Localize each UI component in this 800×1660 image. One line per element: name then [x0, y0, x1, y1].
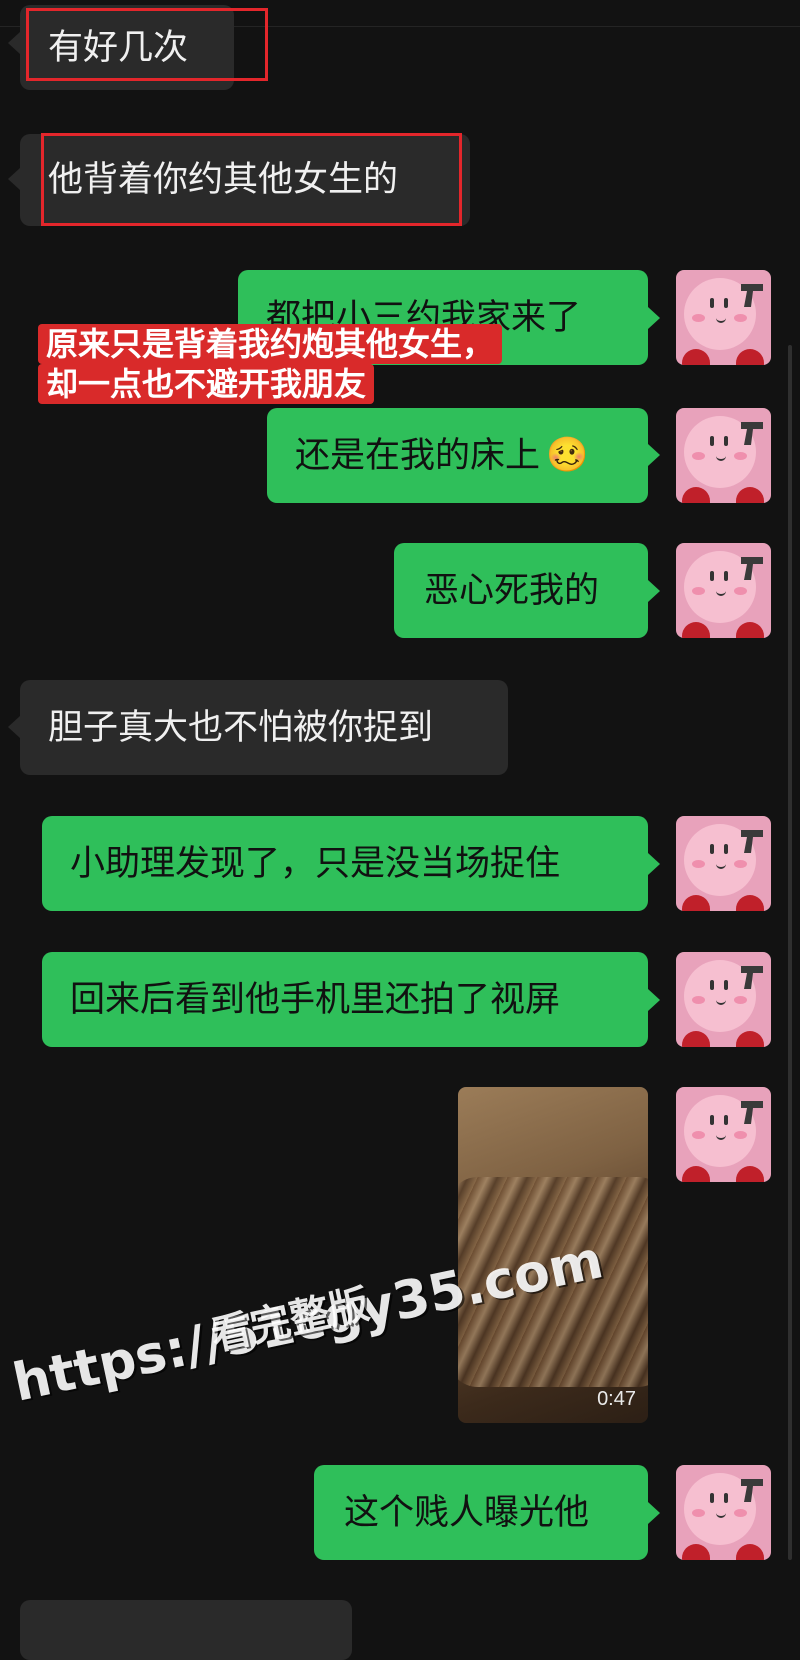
bubble-tail	[648, 989, 660, 1011]
bubble-tail	[648, 853, 660, 875]
message-text: 有好几次	[48, 27, 189, 68]
message-bubble[interactable]: 小助理发现了，只是没当场捉住	[42, 816, 648, 911]
message-text: 他背着你约其他女生的	[48, 160, 399, 200]
bubble-tail	[648, 580, 660, 602]
bubble-tail	[648, 444, 660, 466]
message-bubble[interactable]: 他背着你约其他女生的	[20, 134, 470, 226]
message-text: 还是在我的床上	[295, 435, 541, 476]
message-bubble[interactable]: 回来后看到他手机里还拍了视屏	[42, 952, 648, 1047]
bubble-tail	[648, 1502, 660, 1524]
video-duration: 0:47	[597, 1388, 636, 1410]
message-bubble[interactable]: 有好几次	[20, 5, 234, 90]
overlay-caption-line-2: 却一点也不避开我朋友	[38, 364, 375, 404]
bubble-tail	[8, 716, 20, 738]
pink-plush-avatar-icon[interactable]	[676, 1465, 771, 1560]
pink-plush-avatar-icon[interactable]	[676, 952, 771, 1047]
pink-plush-avatar-icon[interactable]	[676, 543, 771, 638]
overlay-caption-line-1: 原来只是背着我约炮其他女生，	[38, 324, 503, 364]
message-bubble[interactable]: 还是在我的床上 🥴	[267, 408, 648, 503]
message-text: 恶心死我的	[424, 570, 600, 611]
message-text: 小助理发现了，只是没当场捉住	[70, 843, 561, 884]
scrollbar[interactable]	[788, 345, 792, 1560]
message-text: 这个贱人曝光他	[344, 1492, 590, 1533]
message-text: 胆子真大也不怕被你捉到	[48, 707, 434, 748]
message-bubble[interactable]: 这个贱人曝光他	[314, 1465, 648, 1560]
pink-plush-avatar-icon[interactable]	[676, 408, 771, 503]
bubble-tail	[648, 307, 660, 329]
message-text: 回来后看到他手机里还拍了视屏	[70, 979, 561, 1020]
message-bubble[interactable]: 胆子真大也不怕被你捉到	[20, 680, 508, 775]
message-bubble[interactable]: 恶心死我的	[394, 543, 648, 638]
message-bubble[interactable]	[20, 1600, 352, 1660]
pink-plush-avatar-icon[interactable]	[676, 1087, 771, 1182]
pink-plush-avatar-icon[interactable]	[676, 816, 771, 911]
bubble-tail	[8, 32, 20, 54]
pink-plush-avatar-icon[interactable]	[676, 270, 771, 365]
bubble-tail	[8, 168, 20, 190]
woozy-face-emoji-icon: 🥴	[546, 435, 589, 476]
